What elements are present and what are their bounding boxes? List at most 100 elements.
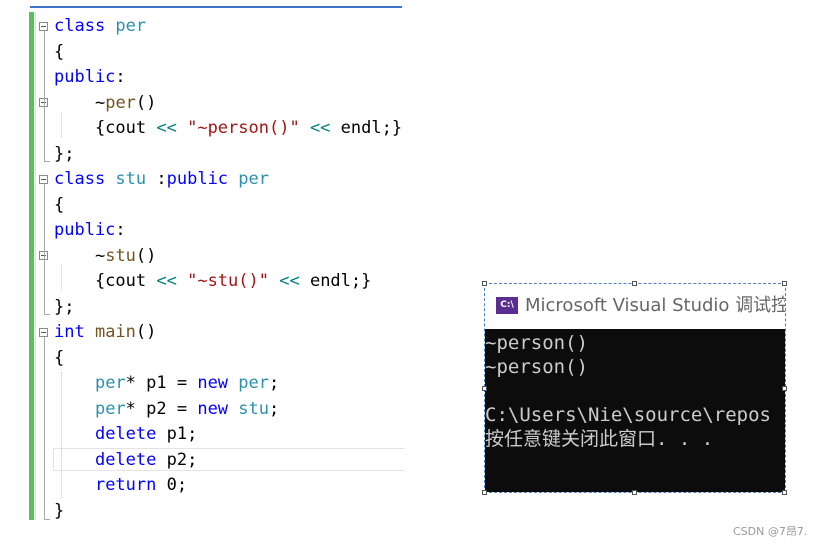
debug-console-window[interactable]: C:\ Microsoft Visual Studio 调试控 ~person(… xyxy=(484,283,786,493)
code-line[interactable]: { xyxy=(54,346,64,371)
code-token: per xyxy=(115,16,147,36)
code-line[interactable]: delete p1; xyxy=(54,422,197,447)
code-line[interactable]: class per xyxy=(54,14,146,39)
console-output[interactable]: ~person() ~person() C:\Users\Nie\source\re… xyxy=(485,329,785,492)
collapse-icon[interactable] xyxy=(39,328,48,337)
code-token: : xyxy=(115,67,126,87)
code-token: endl;} xyxy=(299,271,372,291)
outline-guide xyxy=(44,31,45,161)
code-line[interactable]: {cout << "~stu()" << endl;} xyxy=(54,269,371,294)
code-token: endl;} xyxy=(330,118,403,138)
code-token: stu xyxy=(105,245,136,266)
code-token: () xyxy=(135,92,157,113)
code-token: * p1 = xyxy=(125,373,198,393)
code-line[interactable]: }; xyxy=(54,142,74,167)
code-token: ~ xyxy=(94,92,106,113)
code-line[interactable]: {cout << "~person()" << endl;} xyxy=(54,116,402,141)
code-token: { xyxy=(54,41,65,62)
collapse-icon[interactable] xyxy=(39,22,48,31)
code-token: public xyxy=(166,169,239,189)
resize-handle[interactable] xyxy=(632,281,637,286)
code-token: { xyxy=(54,347,65,368)
outline-guide xyxy=(44,337,45,520)
code-token: () xyxy=(135,245,157,266)
code-line[interactable]: class stu :public per xyxy=(54,167,269,192)
watermark: CSDN @7昂7. xyxy=(733,525,808,538)
code-token: () xyxy=(135,322,157,342)
code-line[interactable]: public: xyxy=(54,65,126,90)
code-line[interactable]: public: xyxy=(54,218,126,243)
code-token: } xyxy=(54,500,65,521)
code-token: * p2 = xyxy=(125,398,198,419)
code-token: new xyxy=(197,373,239,393)
code-token: ; xyxy=(269,398,280,419)
code-line[interactable]: per* p1 = new per; xyxy=(54,371,279,396)
gutter-divider xyxy=(35,12,36,520)
code-line[interactable]: ~stu() xyxy=(54,244,156,269)
console-output-line: C:\Users\Nie\source\repos xyxy=(485,404,771,426)
code-line[interactable]: return 0; xyxy=(54,473,187,498)
code-token: return xyxy=(94,475,157,495)
code-token: public xyxy=(54,67,116,87)
change-tracking-bar xyxy=(29,12,34,520)
code-token: : xyxy=(115,220,126,240)
code-token: }; xyxy=(54,143,75,164)
resize-handle[interactable] xyxy=(782,386,787,391)
code-token: : xyxy=(146,169,167,189)
code-line[interactable]: { xyxy=(54,40,64,65)
code-token: }; xyxy=(54,296,75,317)
code-token: public xyxy=(54,220,116,240)
code-token: int xyxy=(54,322,95,342)
code-editor[interactable]: class per{public: ~per() {cout << "~pers… xyxy=(0,0,410,547)
code-token: main xyxy=(94,322,136,342)
console-title-bar[interactable]: C:\ Microsoft Visual Studio 调试控 xyxy=(485,284,785,328)
code-line[interactable]: } xyxy=(54,499,64,524)
code-line[interactable]: delete p2; xyxy=(54,448,197,473)
code-token: "~person()" xyxy=(187,118,300,138)
resize-handle[interactable] xyxy=(782,281,787,286)
resize-handle[interactable] xyxy=(482,281,487,286)
console-output-line: ~person() xyxy=(485,332,588,354)
resize-handle[interactable] xyxy=(482,490,487,495)
resize-handle[interactable] xyxy=(782,490,787,495)
code-token: << xyxy=(156,118,177,138)
code-token: class xyxy=(54,169,116,189)
resize-handle[interactable] xyxy=(482,386,487,391)
code-token: p1; xyxy=(156,424,198,444)
code-token: {cout xyxy=(54,118,157,138)
collapse-icon[interactable] xyxy=(39,175,48,184)
code-line[interactable]: }; xyxy=(54,295,74,320)
code-token: {cout xyxy=(54,271,157,291)
code-token: << xyxy=(279,271,300,291)
code-token: delete xyxy=(94,449,157,470)
outline-guide-end xyxy=(44,314,50,315)
code-token: "~stu()" xyxy=(187,271,269,291)
code-token: ; xyxy=(269,373,280,393)
outline-guide-end xyxy=(44,161,50,162)
code-token: per xyxy=(94,398,126,419)
code-line[interactable]: ~per() xyxy=(54,91,156,116)
outline-guide xyxy=(44,184,45,314)
console-title: Microsoft Visual Studio 调试控 xyxy=(525,295,785,316)
code-line[interactable]: { xyxy=(54,193,64,218)
code-token: ~ xyxy=(94,245,106,266)
code-token: { xyxy=(54,194,65,215)
console-output-line: ~person() xyxy=(485,356,588,378)
resize-handle[interactable] xyxy=(632,490,637,495)
code-line[interactable]: per* p2 = new stu; xyxy=(54,397,279,422)
console-app-icon: C:\ xyxy=(496,297,518,314)
outline-guide-end xyxy=(44,519,50,520)
code-line[interactable]: int main() xyxy=(54,320,156,345)
console-output-line: 按任意键关闭此窗口. . . xyxy=(485,428,714,450)
code-token: stu xyxy=(115,169,147,189)
code-token: class xyxy=(54,16,116,36)
